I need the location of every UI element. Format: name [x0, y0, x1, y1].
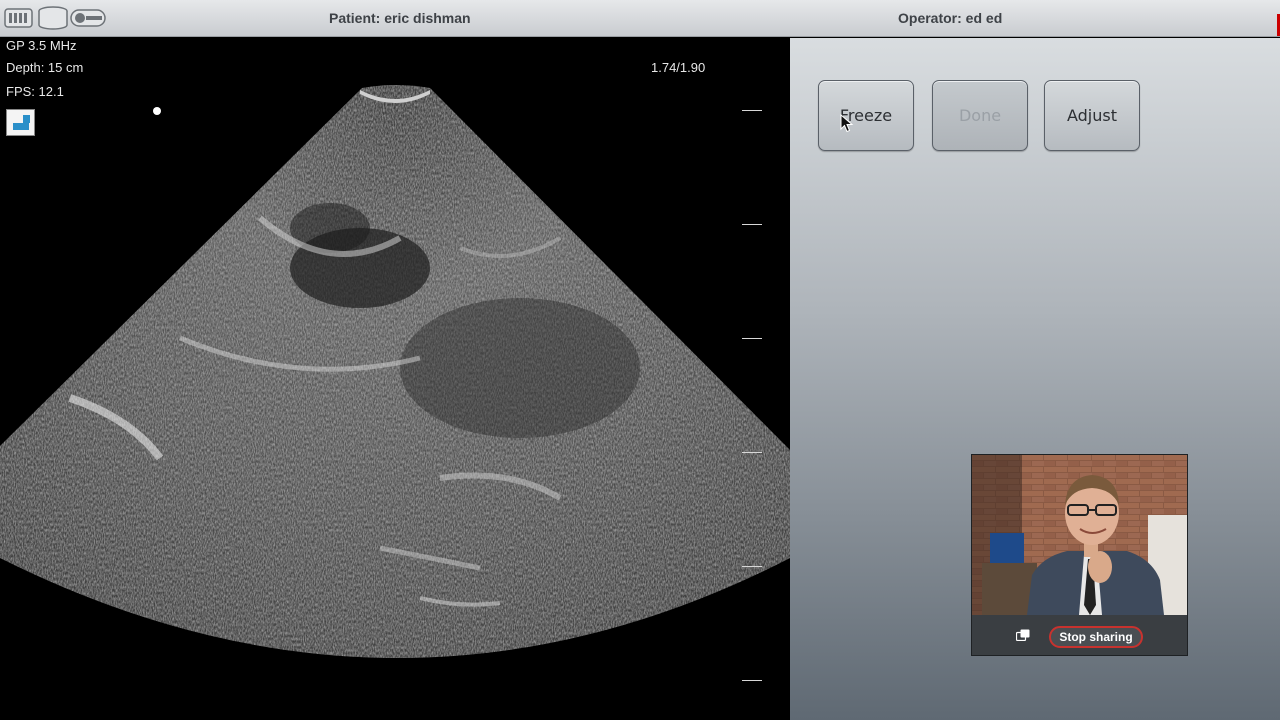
ultrasound-view[interactable]: GP 3.5 MHz Depth: 15 cm FPS: 12.1 1.74/1…: [0, 38, 790, 720]
video-person-image: [972, 455, 1187, 615]
probe-frequency: GP 3.5 MHz: [6, 38, 77, 53]
orientation-dot: [153, 107, 161, 115]
freeze-button[interactable]: Freeze: [818, 80, 914, 151]
depth-tick: [742, 452, 762, 453]
depth-tick: [742, 566, 762, 567]
probe-icon[interactable]: [70, 6, 108, 35]
video-controls: Stop sharing: [972, 615, 1187, 655]
operator-name: Operator: ed ed: [898, 10, 1003, 26]
database-icon[interactable]: [37, 6, 69, 35]
depth-tick: [742, 110, 762, 111]
patient-name: Patient: eric dishman: [329, 10, 471, 26]
ratio-readout: 1.74/1.90: [651, 60, 706, 75]
depth-readout: Depth: 15 cm: [6, 60, 84, 75]
done-button[interactable]: Done: [932, 80, 1028, 151]
top-bar: Patient: eric dishman Operator: ed ed: [0, 0, 1280, 37]
battery-icon[interactable]: [4, 6, 34, 35]
ultrasound-image: [0, 85, 790, 658]
depth-tick: [742, 680, 762, 681]
depth-tick: [742, 338, 762, 339]
video-call-panel: Stop sharing: [971, 454, 1188, 656]
depth-tick: [742, 224, 762, 225]
fps-readout: FPS: 12.1: [6, 84, 64, 99]
orientation-marker-icon: [6, 109, 35, 136]
video-feed: [972, 455, 1187, 615]
stop-sharing-button[interactable]: Stop sharing: [1049, 626, 1143, 648]
popout-icon[interactable]: [1016, 629, 1030, 641]
adjust-button[interactable]: Adjust: [1044, 80, 1140, 151]
